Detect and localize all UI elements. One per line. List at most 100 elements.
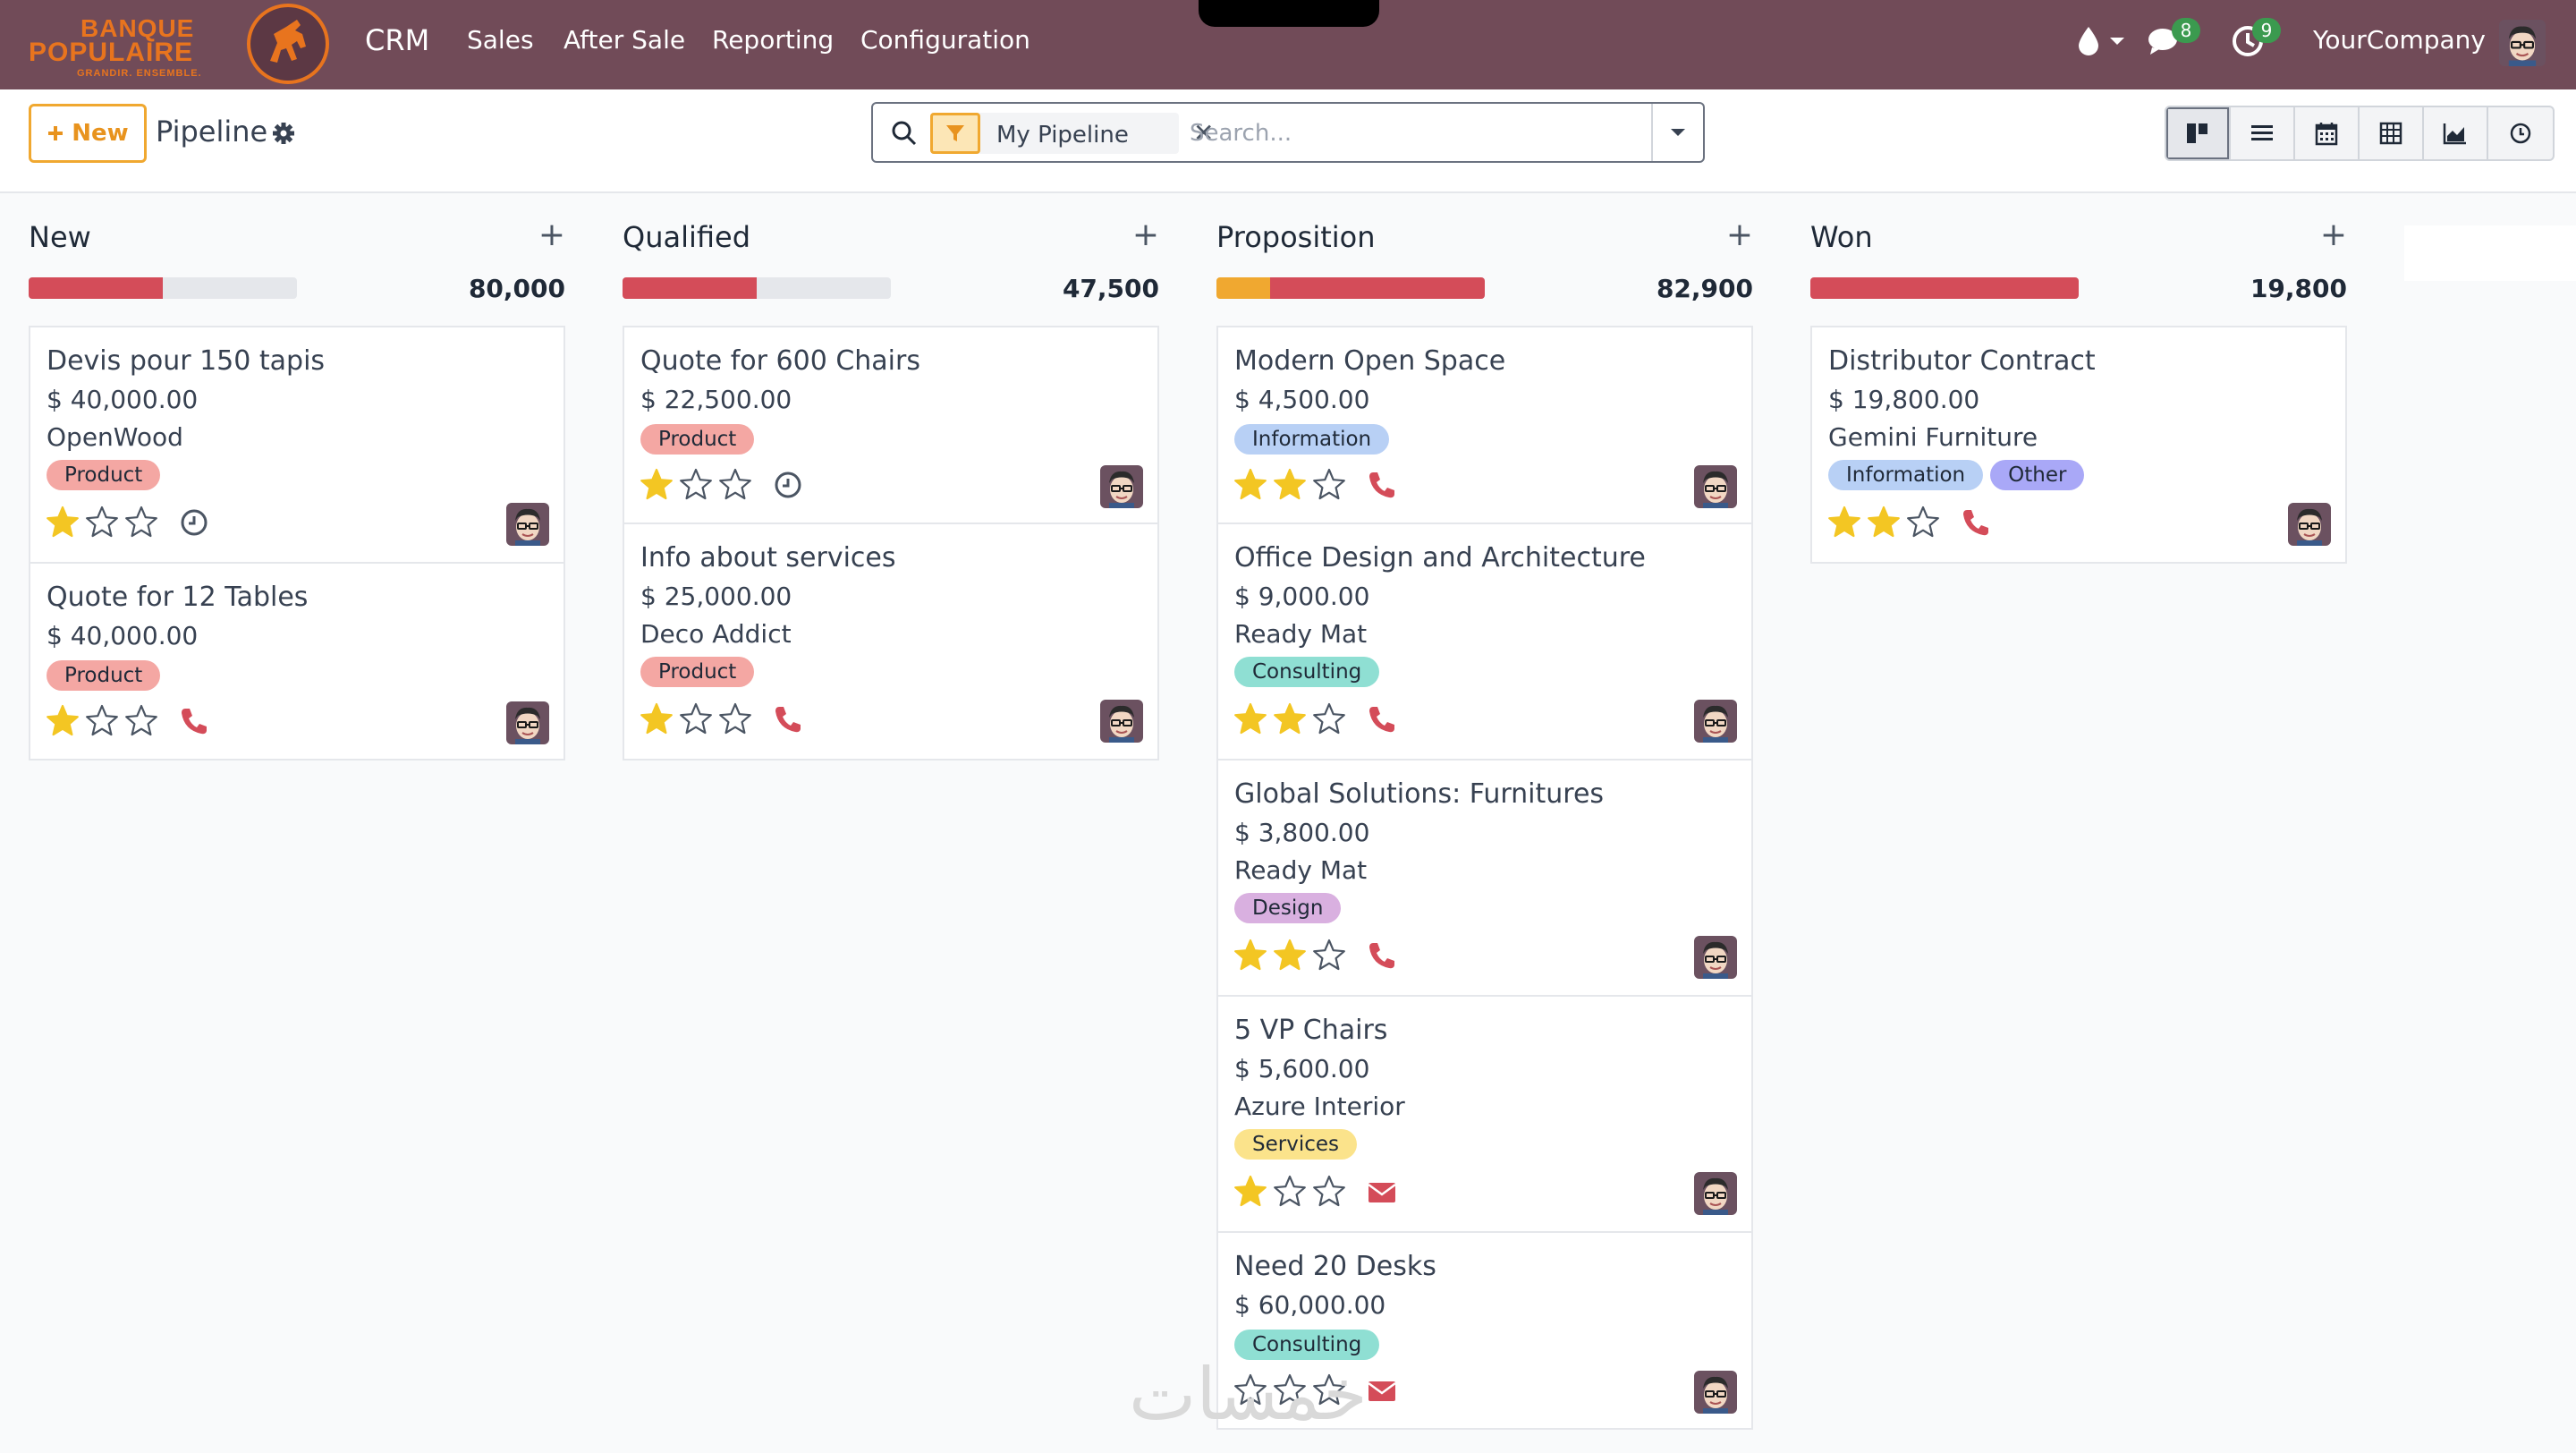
priority-star-icon[interactable]: [1905, 505, 1941, 540]
salesperson-avatar[interactable]: [506, 701, 549, 744]
phone-activity-icon[interactable]: [1961, 507, 1991, 538]
opportunity-card[interactable]: Info about services $ 25,000.00 Deco Addic…: [623, 523, 1159, 760]
quick-create-plus-icon[interactable]: +: [2320, 217, 2347, 253]
nav-app-crm[interactable]: CRM: [365, 23, 429, 57]
salesperson-avatar[interactable]: [1694, 700, 1737, 743]
email-activity-icon[interactable]: [1367, 1177, 1397, 1207]
priority-star-icon[interactable]: [1311, 938, 1347, 973]
priority-star-icon[interactable]: [678, 701, 714, 737]
card-footer: [1233, 938, 1397, 973]
salesperson-avatar[interactable]: [1100, 700, 1143, 743]
column-title[interactable]: Qualified: [623, 220, 750, 254]
progress-segment[interactable]: [1216, 277, 1270, 299]
salesperson-avatar[interactable]: [506, 503, 549, 546]
quick-create-plus-icon[interactable]: +: [1726, 217, 1753, 253]
column-progress-bar[interactable]: [29, 277, 297, 299]
salesperson-avatar[interactable]: [1694, 1371, 1737, 1414]
phone-activity-icon[interactable]: [773, 704, 803, 735]
kanban-view-button[interactable]: [2166, 107, 2231, 159]
opportunity-name: Quote for 600 Chairs: [640, 345, 920, 377]
company-logo[interactable]: BANQUE POPULAIRE GRANDIR. ENSEMBLE.: [25, 2, 329, 86]
priority-star-icon[interactable]: [1311, 467, 1347, 503]
priority-star-icon[interactable]: [1272, 467, 1308, 503]
opportunity-card[interactable]: Devis pour 150 tapis $ 40,000.00 OpenWood P…: [29, 326, 565, 564]
user-avatar[interactable]: [2499, 20, 2546, 66]
progress-segment[interactable]: [1270, 277, 1485, 299]
nav-menu-configuration[interactable]: Configuration: [860, 25, 1030, 55]
priority-star-icon[interactable]: [717, 467, 753, 503]
opportunity-name: Info about services: [640, 542, 896, 574]
debug-menu[interactable]: [2075, 23, 2127, 59]
salesperson-avatar[interactable]: [2288, 503, 2331, 546]
opportunity-card[interactable]: Office Design and Architecture $ 9,000.00…: [1216, 523, 1753, 760]
progress-segment[interactable]: [29, 277, 163, 299]
priority-star-icon[interactable]: [84, 505, 120, 540]
column-progress-bar[interactable]: [1216, 277, 1485, 299]
salesperson-avatar[interactable]: [1100, 465, 1143, 508]
progress-segment[interactable]: [1810, 277, 2079, 299]
activity-clock-icon[interactable]: [179, 507, 209, 538]
messages-button[interactable]: 8: [2147, 18, 2200, 59]
phone-activity-icon[interactable]: [1367, 940, 1397, 971]
column-progress-bar[interactable]: [623, 277, 891, 299]
search-options-toggle[interactable]: [1651, 104, 1703, 161]
priority-star-icon[interactable]: [45, 505, 80, 540]
opportunity-card[interactable]: Distributor Contract $ 19,800.00 Gemini Fu…: [1810, 326, 2347, 564]
priority-star-icon[interactable]: [123, 505, 159, 540]
priority-star-icon[interactable]: [1233, 467, 1268, 503]
opportunity-card[interactable]: 5 VP Chairs $ 5,600.00 Azure Interior Servi…: [1216, 995, 1753, 1233]
priority-star-icon[interactable]: [1272, 1174, 1308, 1210]
opportunity-card[interactable]: Quote for 12 Tables $ 40,000.00 Product: [29, 562, 565, 760]
phone-activity-icon[interactable]: [179, 706, 209, 736]
new-button[interactable]: New: [29, 104, 147, 163]
column-title[interactable]: New: [29, 220, 91, 254]
priority-star-icon[interactable]: [639, 467, 674, 503]
company-switcher[interactable]: YourCompany: [2313, 25, 2486, 55]
salesperson-avatar[interactable]: [1694, 1172, 1737, 1215]
priority-star-icon[interactable]: [1311, 701, 1347, 737]
list-view-button[interactable]: [2231, 107, 2295, 159]
calendar-view-button[interactable]: [2295, 107, 2360, 159]
nav-menu-reporting[interactable]: Reporting: [712, 25, 834, 55]
opportunity-card[interactable]: Global Solutions: Furnitures $ 3,800.00 Re…: [1216, 759, 1753, 997]
column-title[interactable]: Proposition: [1216, 220, 1376, 254]
column-title[interactable]: Won: [1810, 220, 1873, 254]
priority-star-icon[interactable]: [639, 701, 674, 737]
salesperson-avatar[interactable]: [1694, 465, 1737, 508]
priority-star-icon[interactable]: [717, 701, 753, 737]
activity-view-button[interactable]: [2488, 107, 2553, 159]
add-column-placeholder[interactable]: [2404, 225, 2576, 281]
column-progress-bar[interactable]: [1810, 277, 2079, 299]
salesperson-avatar[interactable]: [1694, 936, 1737, 979]
phone-activity-icon[interactable]: [1367, 704, 1397, 735]
priority-star-icon[interactable]: [1233, 701, 1268, 737]
quick-create-plus-icon[interactable]: +: [538, 217, 565, 253]
progress-segment[interactable]: [623, 277, 757, 299]
priority-star-icon[interactable]: [1233, 938, 1268, 973]
phone-activity-icon[interactable]: [1367, 470, 1397, 500]
nav-menu-after-sale[interactable]: After Sale: [564, 25, 685, 55]
quick-create-plus-icon[interactable]: +: [1132, 217, 1159, 253]
priority-star-icon[interactable]: [1866, 505, 1902, 540]
activity-clock-icon[interactable]: [773, 470, 803, 500]
nav-menu-sales[interactable]: Sales: [467, 25, 534, 55]
search-input[interactable]: [1190, 113, 1610, 154]
priority-star-icon[interactable]: [1233, 1174, 1268, 1210]
graph-view-button[interactable]: [2424, 107, 2488, 159]
priority-star-icon[interactable]: [45, 703, 80, 739]
priority-star-icon[interactable]: [84, 703, 120, 739]
pivot-view-button[interactable]: [2360, 107, 2424, 159]
gear-icon[interactable]: [272, 122, 295, 145]
email-activity-icon[interactable]: [1367, 1375, 1397, 1406]
customer-name: OpenWood: [47, 422, 183, 452]
priority-star-icon[interactable]: [1826, 505, 1862, 540]
priority-star-icon[interactable]: [1272, 938, 1308, 973]
priority-star-icon[interactable]: [123, 703, 159, 739]
priority-star-icon[interactable]: [1311, 1174, 1347, 1210]
priority-star-icon[interactable]: [678, 467, 714, 503]
priority-star-icon[interactable]: [1272, 701, 1308, 737]
search-icon[interactable]: [891, 120, 918, 147]
activities-button[interactable]: 9: [2231, 18, 2281, 59]
opportunity-card[interactable]: Modern Open Space $ 4,500.00 Information: [1216, 326, 1753, 524]
opportunity-card[interactable]: Quote for 600 Chairs $ 22,500.00 Product: [623, 326, 1159, 524]
